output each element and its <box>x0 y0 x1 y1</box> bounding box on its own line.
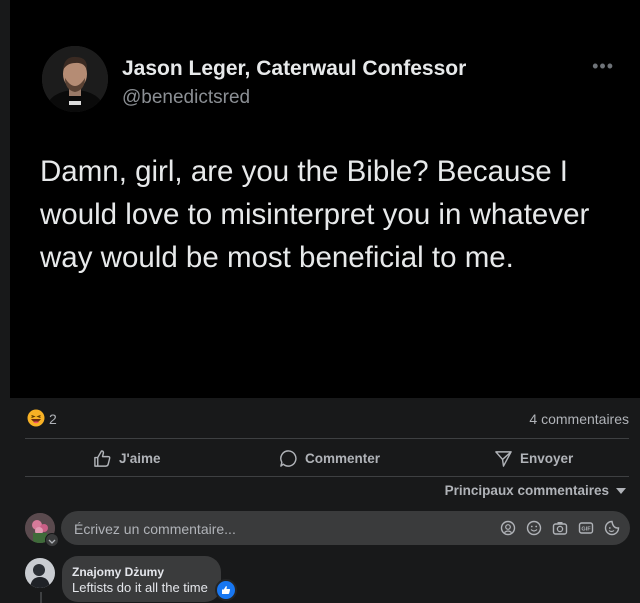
sticker-icon[interactable] <box>604 520 620 536</box>
send-button[interactable]: Envoyer <box>494 447 573 469</box>
comment-button[interactable]: Commenter <box>279 447 380 469</box>
tweet-author-handle: @benedictsred <box>122 87 251 108</box>
chevron-down-icon[interactable] <box>45 533 59 547</box>
camera-icon[interactable] <box>552 520 568 536</box>
ellipsis-icon: ••• <box>592 56 614 76</box>
comment-text: Leftists do it all the time <box>72 580 208 595</box>
reaction-count[interactable]: 2 <box>49 411 57 427</box>
send-icon <box>495 450 512 467</box>
gif-icon[interactable]: GIF <box>578 520 594 536</box>
comment-author[interactable]: Znajomy Dżumy <box>72 565 164 579</box>
caret-down-icon <box>616 487 626 494</box>
tweet-text: Damn, girl, are you the Bible? Because I… <box>40 155 590 274</box>
comment-input[interactable] <box>72 511 476 547</box>
svg-text:GIF: GIF <box>581 527 591 533</box>
comment-bubble-icon <box>280 449 297 467</box>
comment-sort-dropdown[interactable]: Principaux commentaires <box>445 483 626 498</box>
divider <box>25 476 629 477</box>
sort-label: Principaux commentaires <box>444 483 609 498</box>
comment-composer[interactable]: GIF <box>61 511 630 547</box>
emoji-icon[interactable] <box>526 520 542 536</box>
commenter-avatar[interactable] <box>25 558 55 588</box>
like-button[interactable]: J'aime <box>93 447 161 469</box>
comment-label: Commenter <box>305 450 381 466</box>
tweet-avatar <box>42 46 108 112</box>
reply-thread-line <box>40 592 42 603</box>
divider <box>25 438 629 439</box>
comment-bubble: Znajomy Dżumy Leftists do it all the tim… <box>62 556 221 602</box>
avatar-sticker-icon[interactable] <box>500 520 516 536</box>
comments-count-link[interactable]: 4 commentaires <box>529 411 629 427</box>
like-label: J'aime <box>119 450 161 466</box>
send-label: Envoyer <box>520 450 574 466</box>
thumbs-up-icon <box>94 449 111 467</box>
like-icon[interactable] <box>215 579 237 601</box>
tweet-author-name: Jason Leger, Caterwaul Confessor <box>122 57 467 80</box>
haha-emoji-icon[interactable] <box>27 409 45 427</box>
tweet-image[interactable]: Jason Leger, Caterwaul Confessor @benedi… <box>10 0 640 398</box>
